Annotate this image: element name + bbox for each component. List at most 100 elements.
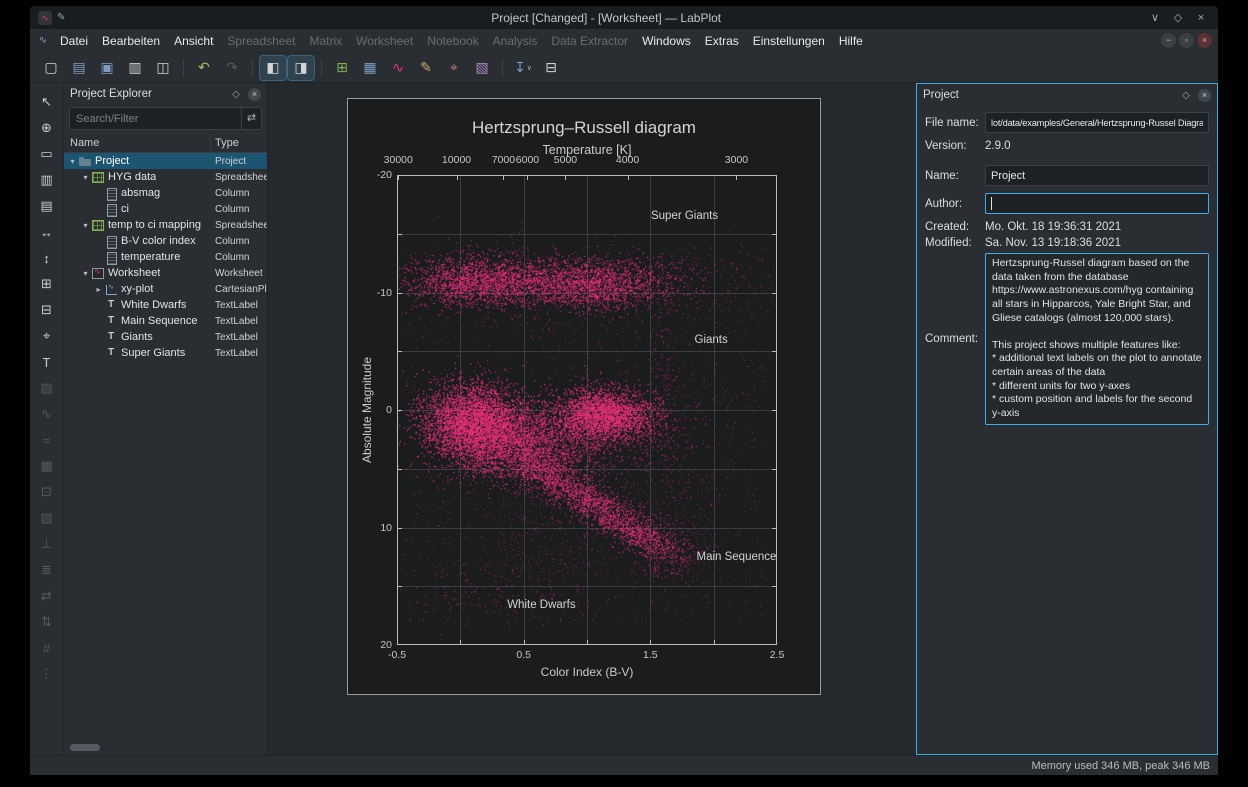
filter-options-icon[interactable]: ⇄ (241, 108, 261, 129)
horizontal-scrollbar[interactable] (70, 744, 100, 751)
y-axis-title[interactable]: Absolute Magnitude (360, 357, 374, 463)
dock-close-button[interactable]: × (248, 88, 261, 101)
comment-box[interactable]: Hertzsprung-Russel diagram based on the … (985, 253, 1209, 425)
new-spreadsheet-button[interactable]: ⊞ (329, 56, 355, 80)
grid-settings-tool[interactable]: # (35, 637, 59, 659)
select-tool[interactable]: ↖ (35, 91, 59, 113)
annotation-giants[interactable]: Giants (695, 334, 728, 346)
import-database-button[interactable]: ⊟ (538, 56, 564, 80)
plot-title[interactable]: Hertzsprung–Russell diagram (472, 118, 696, 138)
tree-item-giants[interactable]: GiantsTextLabel (64, 329, 267, 345)
expander-icon[interactable]: ▾ (80, 269, 91, 278)
add-boxplot-tool[interactable]: ⊡ (35, 481, 59, 503)
menu-ansicht[interactable]: Ansicht (167, 29, 220, 53)
print-button[interactable]: ▥ (122, 56, 148, 80)
expander-icon[interactable]: ▾ (80, 173, 91, 182)
titlebar[interactable]: ∿ ✎ Project [Changed] - [Worksheet] — La… (30, 6, 1218, 29)
undo-button-icon: ↶ (198, 59, 210, 76)
expander-icon[interactable]: ▸ (93, 285, 104, 294)
worksheet-toolbar: ↖ ⊕ ▭ ▥ ▤ ↔ ↕ ⊞ ⊟ ⌖ T ▧ ∿ ≈ ▦ ⊡ ▨ ⊥ ≣ ⇄ ⇅ # ⋮ (30, 83, 64, 755)
toggle-project-explorer-button[interactable]: ◧ (260, 56, 286, 80)
mdi-restore-button[interactable]: ▫ (1179, 33, 1194, 48)
dock-float-button[interactable]: ◇ (1179, 90, 1193, 101)
mdi-close-button[interactable]: × (1197, 33, 1212, 48)
tree-item-temp-to-ci-mapping[interactable]: ▾temp to ci mappingSpreadsheet (64, 217, 267, 233)
tree-item-ci[interactable]: ciColumn (64, 201, 267, 217)
dock-close-button[interactable]: × (1198, 89, 1211, 102)
minimize-button[interactable]: ∨ (1146, 11, 1164, 24)
menu-einstellungen[interactable]: Einstellungen (746, 29, 832, 53)
add-histogram-tool[interactable]: ▦ (35, 455, 59, 477)
tree-item-b-v-color-index[interactable]: B-V color indexColumn (64, 233, 267, 249)
search-input[interactable] (70, 113, 241, 125)
undo-button[interactable]: ↶ (191, 56, 217, 80)
arrange-vertical-tool[interactable]: ⇅ (35, 611, 59, 633)
new-matrix-button[interactable]: ▦ (357, 56, 383, 80)
open-project-button[interactable]: ▤ (66, 56, 92, 80)
auto-fit-tool[interactable]: ⌖ (35, 325, 59, 347)
annotation-super-giants[interactable]: Super Giants (651, 210, 718, 222)
redo-button[interactable]: ↷ (219, 56, 245, 80)
tree-item-project[interactable]: ▾ProjectProject (64, 153, 267, 169)
tree-item-temperature[interactable]: temperatureColumn (64, 249, 267, 265)
annotation-main-sequence[interactable]: Main Sequence (696, 551, 776, 563)
tree-item-worksheet[interactable]: ▾WorksheetWorksheet (64, 265, 267, 281)
close-button[interactable]: × (1192, 12, 1210, 24)
color-maps-button[interactable]: ▧ (469, 56, 495, 80)
toggle-properties-explorer-button[interactable]: ◨ (288, 56, 314, 80)
shift-y-tool[interactable]: ↕ (35, 247, 59, 269)
new-worksheet-button[interactable]: ∿ (385, 56, 411, 80)
arrange-horizontal-tool[interactable]: ⇄ (35, 585, 59, 607)
project-explorer-header[interactable]: Project Explorer ◇ × (64, 83, 267, 105)
tree-item-xy-plot[interactable]: ▸xy-plotCartesianPlot (64, 281, 267, 297)
new-datapicker-button[interactable]: ⌖ (441, 56, 467, 80)
menu-bearbeiten[interactable]: Bearbeiten (95, 29, 167, 53)
menu-datei[interactable]: Datei (53, 29, 95, 53)
add-text-label-tool[interactable]: T (35, 351, 59, 373)
tree-item-absmag[interactable]: absmagColumn (64, 185, 267, 201)
name-input[interactable] (985, 165, 1209, 186)
tree-item-hyg-data[interactable]: ▾HYG dataSpreadsheet (64, 169, 267, 185)
add-barplot-tool[interactable]: ▨ (35, 507, 59, 529)
column-header-name[interactable]: Name (70, 134, 99, 153)
new-notebook-button[interactable]: ✎ (413, 56, 439, 80)
zoom-y-select-tool[interactable]: ▤ (35, 195, 59, 217)
tree-item-main-sequence[interactable]: Main SequenceTextLabel (64, 313, 267, 329)
expander-icon[interactable]: ▾ (67, 157, 78, 166)
crosshair-tool[interactable]: ⊕ (35, 117, 59, 139)
dock-float-button[interactable]: ◇ (229, 89, 243, 100)
shift-x-tool[interactable]: ↔ (35, 221, 59, 243)
properties-header[interactable]: Project ◇ × (917, 84, 1217, 106)
expander-icon[interactable]: ▾ (80, 221, 91, 230)
zoom-in-tool[interactable]: ⊞ (35, 273, 59, 295)
tree-item-super-giants[interactable]: Super GiantsTextLabel (64, 345, 267, 361)
add-curve-tool[interactable]: ∿ (35, 403, 59, 425)
menu-data-extractor: Data Extractor (544, 29, 635, 53)
tree-item-white-dwarfs[interactable]: White DwarfsTextLabel (64, 297, 267, 313)
add-image-tool[interactable]: ▧ (35, 377, 59, 399)
import-file-button[interactable]: ↧∨ (510, 56, 536, 80)
menu-windows[interactable]: Windows (635, 29, 698, 53)
add-legend-tool[interactable]: ≣ (35, 559, 59, 581)
maximize-button[interactable]: ◇ (1169, 11, 1187, 24)
zoom-select-tool[interactable]: ▭ (35, 143, 59, 165)
author-input[interactable] (985, 193, 1209, 214)
print-preview-button[interactable]: ◫ (150, 56, 176, 80)
tree-item-name: temp to ci mapping (108, 219, 201, 231)
menu-extras[interactable]: Extras (698, 29, 746, 53)
annotation-white-dwarfs[interactable]: White Dwarfs (507, 599, 575, 611)
mdi-minimize-button[interactable]: − (1161, 33, 1176, 48)
new-project-button[interactable]: ▢ (38, 56, 64, 80)
add-equation-curve-tool[interactable]: ≈ (35, 429, 59, 451)
x-axis-title[interactable]: Color Index (B-V) (541, 665, 634, 679)
column-header-type[interactable]: Type (215, 134, 239, 153)
mdi-window-buttons: − ▫ × (1158, 33, 1212, 48)
more-tools[interactable]: ⋮ (35, 663, 59, 685)
zoom-x-select-tool[interactable]: ▥ (35, 169, 59, 191)
menu-hilfe[interactable]: Hilfe (832, 29, 870, 53)
save-project-button[interactable]: ▣ (94, 56, 120, 80)
file-name-input[interactable] (985, 112, 1209, 133)
zoom-out-tool[interactable]: ⊟ (35, 299, 59, 321)
plot-canvas[interactable] (397, 175, 777, 645)
add-axis-tool[interactable]: ⊥ (35, 533, 59, 555)
